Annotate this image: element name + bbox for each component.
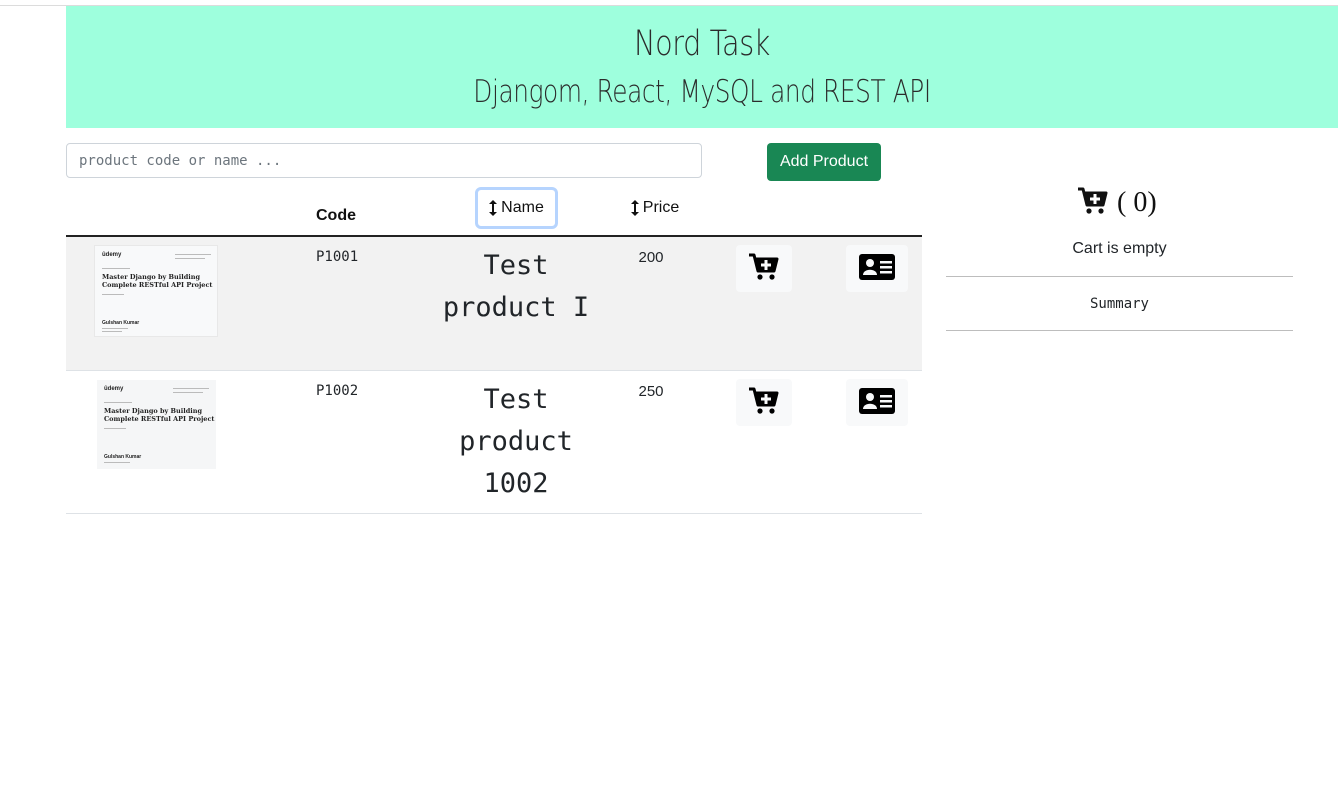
product-code: P1001 [316, 249, 359, 265]
product-name: Test product 1002 [459, 384, 573, 499]
id-card-icon [858, 253, 896, 284]
product-name: Test product I [442, 250, 590, 323]
cart-plus-icon [1077, 187, 1109, 220]
cart-summary-label: Summary [1089, 296, 1149, 312]
column-header-price[interactable]: Price [620, 196, 690, 220]
product-details-button[interactable] [846, 245, 908, 292]
column-header-name[interactable]: Name [475, 187, 558, 229]
thumbnail-title: Master Django by Building Complete RESTf… [102, 273, 213, 289]
add-to-cart-button[interactable] [736, 245, 792, 292]
cart-count: ( 0) [1117, 187, 1157, 218]
search-input[interactable] [66, 143, 702, 178]
add-to-cart-button[interactable] [736, 379, 792, 426]
sort-icon [630, 200, 639, 216]
table-row: ûdemy Master Django by Building Complete… [66, 237, 922, 371]
thumbnail-person: Gulshan Kumar [102, 320, 140, 326]
cart-plus-icon [748, 387, 780, 418]
cart-plus-icon [748, 253, 780, 284]
cart-header: ( 0) [1077, 186, 1167, 220]
app-title: Nord Task [634, 24, 770, 64]
app-subtitle: Djangom, React, MySQL and REST API [473, 74, 931, 110]
product-price: 200 [638, 249, 664, 266]
product-details-button[interactable] [846, 379, 908, 426]
product-price: 250 [638, 383, 664, 400]
product-thumbnail: ûdemy Master Django by Building Complete… [97, 380, 216, 469]
product-code: P1002 [316, 383, 359, 399]
id-card-icon [858, 387, 896, 418]
thumbnail-title: Master Django by Building Complete RESTf… [104, 407, 215, 423]
column-header-name-label: Name [501, 199, 544, 216]
add-product-button[interactable]: Add Product [767, 143, 881, 181]
cart-empty-message: Cart is empty [1072, 240, 1167, 257]
column-header-code: Code [316, 207, 356, 224]
thumbnail-person: Gulshan Kumar [104, 454, 142, 460]
column-header-price-label: Price [642, 199, 680, 216]
product-thumbnail: ûdemy Master Django by Building Complete… [94, 245, 218, 337]
table-row: ûdemy Master Django by Building Complete… [66, 371, 922, 514]
divider [946, 276, 1293, 277]
sort-icon [489, 200, 498, 216]
divider [946, 330, 1293, 331]
thumbnail-brand: ûdemy [102, 252, 122, 258]
header-banner: Nord Task Djangom, React, MySQL and REST… [66, 6, 1338, 128]
thumbnail-brand: ûdemy [104, 386, 124, 392]
